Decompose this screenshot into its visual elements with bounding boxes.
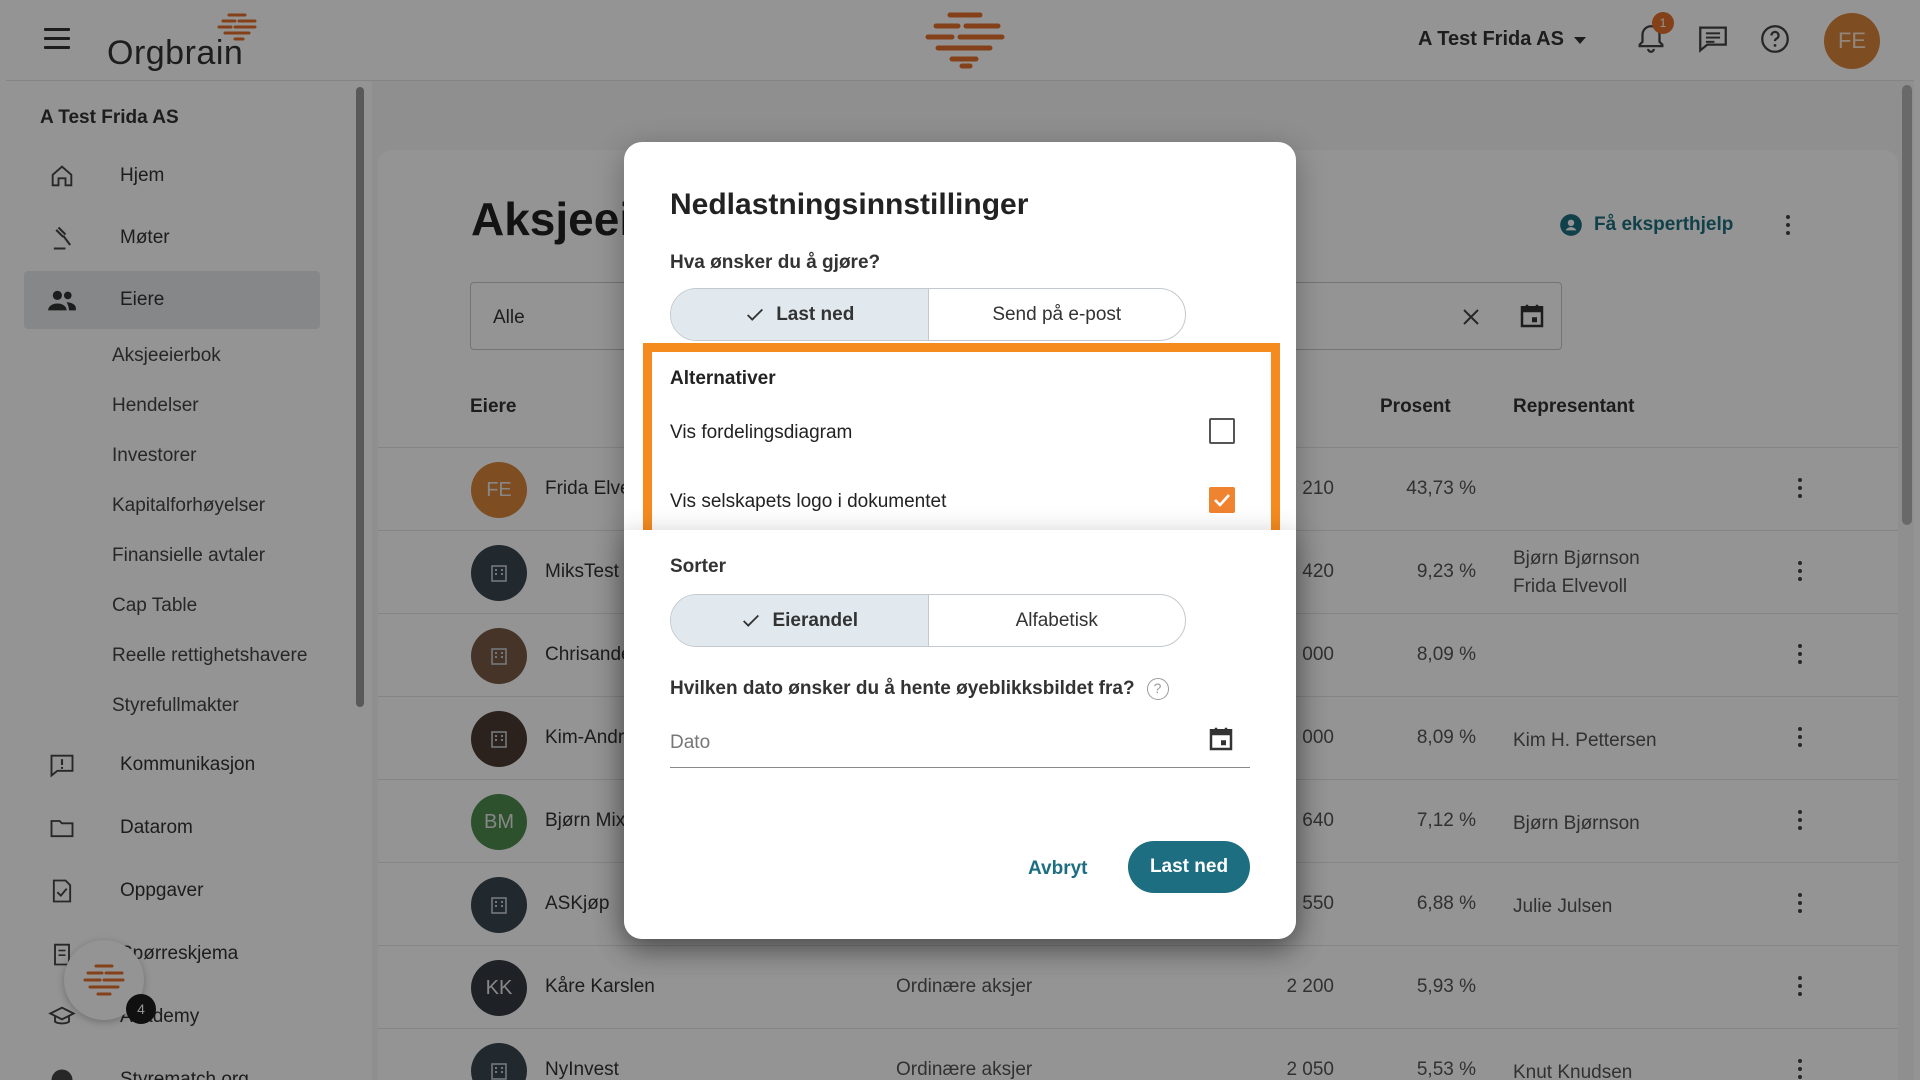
date-question: Hvilken dato ønsker du å hente øyeblikks…	[670, 678, 1169, 700]
date-placeholder: Dato	[670, 732, 711, 753]
dialog-title: Nedlastningsinnstillinger	[670, 188, 1029, 221]
calendar-icon[interactable]	[1206, 724, 1236, 754]
download-button[interactable]: Last ned	[1128, 841, 1250, 893]
date-question-label: Hvilken dato ønsker du å hente øyeblikks…	[670, 678, 1135, 699]
highlight-box	[643, 343, 1280, 546]
sort-heading: Sorter	[670, 556, 726, 577]
date-field[interactable]: Dato	[670, 712, 1250, 768]
send-email-option-label: Send på e-post	[992, 303, 1122, 325]
download-option[interactable]: Last ned	[671, 289, 928, 340]
action-toggle: Last ned Send på e-post	[670, 288, 1186, 341]
sort-alphabetical-label: Alfabetisk	[1015, 609, 1098, 631]
cancel-button[interactable]: Avbryt	[1028, 858, 1087, 880]
help-circle-icon[interactable]: ?	[1146, 678, 1169, 700]
dialog-lower: Sorter Eierandel Alfabetisk Hvilken dato…	[624, 530, 1296, 939]
check-icon	[743, 614, 760, 627]
sort-alphabetical-option[interactable]: Alfabetisk	[927, 595, 1186, 646]
sort-toggle: Eierandel Alfabetisk	[670, 594, 1186, 647]
download-option-label: Last ned	[776, 303, 855, 325]
action-question: Hva ønsker du å gjøre?	[670, 252, 881, 273]
sort-ownership-option[interactable]: Eierandel	[671, 595, 928, 646]
sort-ownership-label: Eierandel	[772, 609, 859, 631]
check-icon	[747, 308, 764, 321]
send-email-option[interactable]: Send på e-post	[927, 289, 1186, 340]
